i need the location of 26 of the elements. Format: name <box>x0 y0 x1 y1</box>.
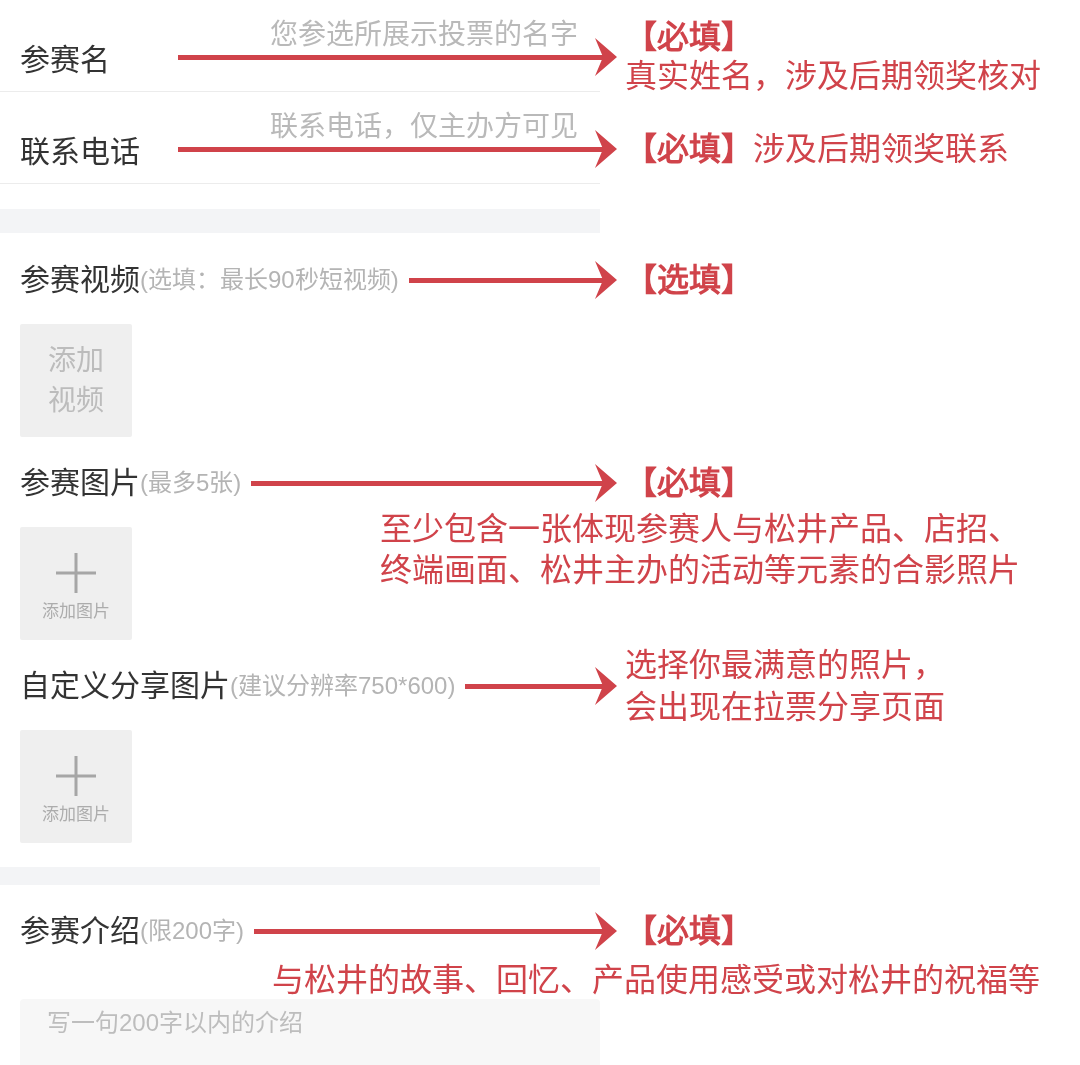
annotation-note: 与松井的故事、回忆、产品使用感受或对松井的祝福等 <box>272 961 1040 999</box>
add-image-button[interactable]: 添加图片 <box>20 527 132 640</box>
field-label: 参赛名 <box>20 42 110 78</box>
field-hint: (建议分辨率750*600) <box>230 671 456 701</box>
plus-icon <box>56 553 96 593</box>
textarea-field[interactable]: 写一句200字以内的介绍 <box>20 999 600 1065</box>
field-hint: (限200字) <box>140 916 245 946</box>
annotation-tag: 【必填】 <box>625 18 753 57</box>
text-field[interactable]: 您参选所展示投票的名字 <box>178 17 578 53</box>
annotation-note: 至少包含一张体现参赛人与松井产品、店招、终端画面、松井主办的活动等元素的合影照片 <box>380 510 1021 590</box>
field-label: 参赛介绍 <box>20 913 140 949</box>
field-label: 联系电话 <box>20 134 140 170</box>
annotation-note: 选择你最满意的照片，会出现在拉票分享页面 <box>625 646 946 727</box>
annotation-note: 真实姓名，涉及后期领奖核对 <box>625 57 1041 96</box>
annotation-tag: 【选填】 <box>625 260 753 300</box>
annotation-tag: 【必填】 <box>625 463 753 503</box>
field-hint: (最多5张) <box>140 468 242 498</box>
annotation-note: 【必填】涉及后期领奖联系 <box>625 129 1009 169</box>
text-field[interactable]: 联系电话，仅主办方可见 <box>178 109 578 145</box>
field-label: 自定义分享图片 <box>20 668 230 704</box>
field-hint: (选填：最长90秒短视频) <box>140 265 399 295</box>
plus-icon <box>56 756 96 796</box>
field-label: 参赛视频 <box>20 262 140 298</box>
field-label: 参赛图片 <box>20 465 140 501</box>
add-image-button[interactable]: 添加图片 <box>20 730 132 843</box>
annotation-tag: 【必填】 <box>625 911 753 951</box>
